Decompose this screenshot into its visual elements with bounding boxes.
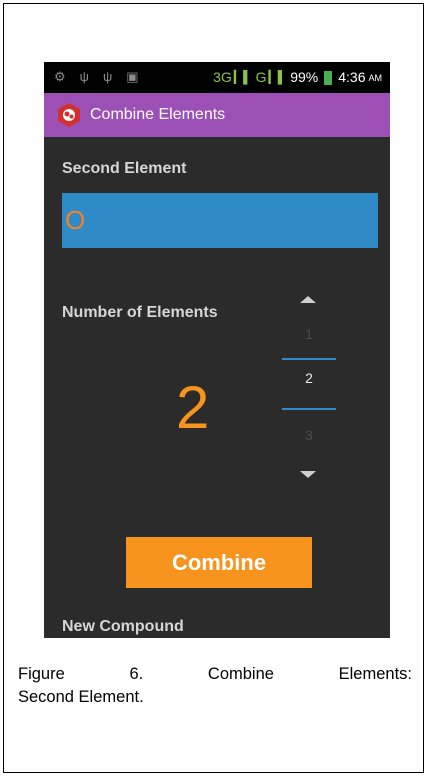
second-element-label: Second Element (62, 160, 187, 177)
usb-debug-icon: ⚙ (54, 69, 66, 84)
clock-ampm: AM (368, 73, 383, 83)
network-3g: 3G (213, 69, 232, 85)
status-indicators: 3G ▎▌ G ▎▌ 99% 4:36 AM (213, 69, 382, 85)
number-picker[interactable]: 1 2 3 (282, 292, 336, 478)
new-compound-label: New Compound (62, 618, 184, 635)
picker-divider (282, 358, 336, 360)
caption-line-1: Figure 6. Combine Elements: (18, 665, 412, 683)
usb-icon: ψ (79, 69, 89, 84)
status-notification-icons: ⚙ ψ ψ ▣ (54, 69, 139, 85)
signal-icon: ▎▌ (233, 70, 252, 84)
screen-title: Combine Elements (90, 106, 226, 123)
figure-caption: Figure 6. Combine Elements: Second Eleme… (18, 663, 412, 709)
image-icon: ▣ (126, 69, 139, 84)
status-bar: ⚙ ψ ψ ▣ 3G ▎▌ G ▎▌ 99% 4:36 AM (44, 62, 390, 93)
battery-percent: 99% (290, 69, 319, 85)
app-logo-icon[interactable] (56, 102, 82, 128)
signal-icon: ▎▌ (268, 70, 287, 84)
number-of-elements-label: Number of Elements (62, 304, 218, 321)
usb-icon: ψ (102, 69, 113, 84)
clock-time: 4:36 (338, 69, 366, 85)
picker-current-value[interactable]: 2 (282, 370, 336, 386)
battery-icon (324, 71, 333, 85)
combine-button[interactable]: Combine (126, 537, 312, 588)
element-count-display: 2 (176, 374, 210, 441)
picker-previous-value[interactable]: 1 (282, 326, 336, 342)
picker-divider (282, 408, 336, 410)
picker-next-value[interactable]: 3 (282, 427, 336, 443)
phone-screen: ⚙ ψ ψ ▣ 3G ▎▌ G ▎▌ 99% 4:36 AM Combine E… (44, 62, 390, 638)
action-bar: Combine Elements (44, 93, 390, 137)
increment-arrow-icon[interactable] (300, 296, 316, 303)
caption-line-2: Second Element. (18, 688, 144, 706)
network-g: G (255, 69, 267, 85)
decrement-arrow-icon[interactable] (300, 471, 316, 478)
second-element-input[interactable]: O (62, 193, 378, 248)
